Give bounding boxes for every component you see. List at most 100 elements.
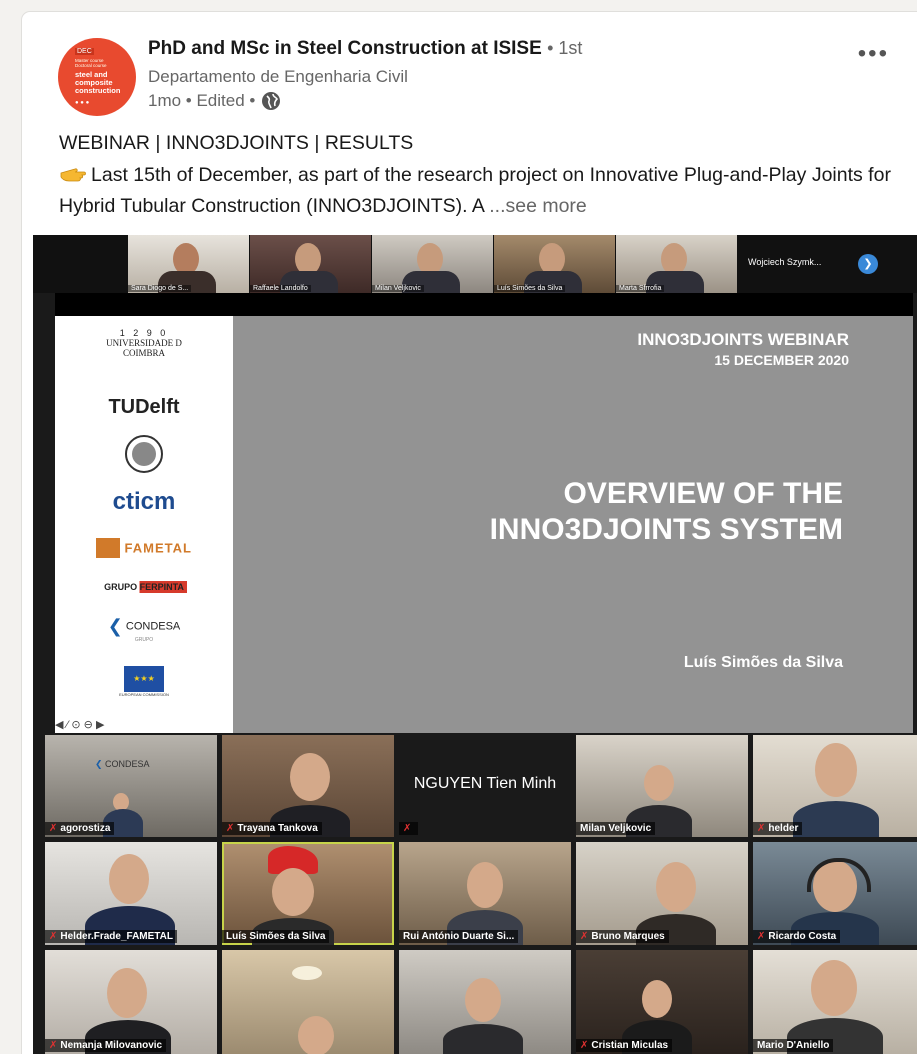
more-options-button[interactable]: ••• xyxy=(858,40,889,68)
author-name-link[interactable]: PhD and MSc in Steel Construction at ISI… xyxy=(148,38,542,59)
condesa-mark: ❮ xyxy=(107,616,123,636)
participant-name: Rui António Duarte Si... xyxy=(399,930,519,943)
participant-center-name: NGUYEN Tien Minh xyxy=(413,775,557,792)
participant-strip: Sara Diogo de S... Raffaele Landolfo Mil… xyxy=(33,235,917,293)
participant-name: ✗ Nemanja Milovanovic xyxy=(45,1039,167,1052)
avatar-dec-label: DEC xyxy=(75,48,94,55)
avatar-small-text: Master course Doctoral course xyxy=(75,58,107,68)
video-tile[interactable]: ✗ Ricardo Costa xyxy=(753,842,917,945)
slide-header: INNO3DJOINTS WEBINAR 15 DECEMBER 2020 xyxy=(637,330,849,370)
fametal-logo: FAMETAL xyxy=(55,538,233,558)
participant-name: Milan Veljkovic xyxy=(576,822,656,835)
slide-logos-panel: 1 2 9 0 UNIVERSIDADE D COIMBRA TUDelft c… xyxy=(55,316,233,733)
participant-name: ✗ helder xyxy=(753,822,803,835)
participant-thumb-label: Marta Sfrrofia xyxy=(616,285,665,292)
post-image[interactable]: Sara Diogo de S... Raffaele Landolfo Mil… xyxy=(33,235,917,1054)
tudelft-logo-text: TUDelft xyxy=(108,396,180,418)
video-tile[interactable]: NGUYEN Tien Minh ✗ xyxy=(399,735,571,837)
chevron-right-icon[interactable]: ❯ xyxy=(858,254,878,274)
mic-muted-icon: ✗ xyxy=(49,823,58,834)
participant-thumb-label: Raffaele Landolfo xyxy=(250,285,311,292)
condesa-logo: ❮ CONDESA GRUPO xyxy=(55,616,233,643)
connection-degree: • 1st xyxy=(547,38,583,58)
post-title-line: WEBINAR | INNO3DJOINTS | RESULTS xyxy=(59,132,414,154)
participant-thumb-label: Sara Diogo de S... xyxy=(128,285,192,292)
video-tile-active-speaker[interactable]: Luís Simões da Silva xyxy=(222,842,394,945)
mic-muted-icon: ✗ xyxy=(49,1040,58,1051)
participant-name: ✗ Ricardo Costa xyxy=(753,930,841,943)
participant-thumb: Marta Sfrrofia xyxy=(616,235,737,293)
ferpinta-logo-text: GRUPO FERPINTA xyxy=(101,581,187,593)
video-tile[interactable] xyxy=(222,950,394,1054)
participant-name-only: Wojciech Szymk... xyxy=(748,257,822,267)
video-tile[interactable]: Rui António Duarte Si... xyxy=(399,842,571,945)
post-text: Last 15th of December, as part of the re… xyxy=(59,160,899,222)
mic-muted-icon: ✗ xyxy=(757,931,766,942)
slide-author: Luís Simões da Silva xyxy=(683,654,843,671)
video-tile[interactable]: ✗ Helder.Frade_FAMETAL xyxy=(45,842,217,945)
coimbra-logo: 1 2 9 0 UNIVERSIDADE D COIMBRA xyxy=(55,328,233,358)
participant-name: Luís Simões da Silva xyxy=(222,930,330,943)
video-tile[interactable]: Milan Veljkovic xyxy=(576,735,748,837)
avatar-big-text: steel and composite construction xyxy=(75,70,121,95)
participant-name: ✗ Helder.Frade_FAMETAL xyxy=(45,930,178,943)
video-tile[interactable]: ❮ CONDESA ✗ agorostiza xyxy=(45,735,217,837)
video-tile[interactable]: Mario D'Aniello xyxy=(753,950,917,1054)
participant-name: ✗ Bruno Marques xyxy=(576,930,669,943)
slide-webinar-line: INNO3DJOINTS WEBINAR xyxy=(637,330,849,349)
fametal-mark xyxy=(96,538,121,558)
video-tile[interactable]: ✗ Nemanja Milovanovic xyxy=(45,950,217,1054)
author-line: PhD and MSc in Steel Construction at ISI… xyxy=(148,38,582,60)
company-avatar[interactable]: DEC Master course Doctoral course steel … xyxy=(58,38,136,116)
tudelft-logo: TUDelft xyxy=(55,396,233,419)
post-body-text: Last 15th of December, as part of the re… xyxy=(59,164,891,217)
wall-sign-text: CONDESA xyxy=(105,759,150,769)
video-tile[interactable]: ✗ helder xyxy=(753,735,917,837)
video-tile[interactable]: ✗ Cristian Miculas xyxy=(576,950,748,1054)
university-seal-icon xyxy=(125,435,163,473)
mic-muted-icon: ✗ xyxy=(49,931,58,942)
coimbra-year: 1 2 9 0 xyxy=(119,328,169,338)
pointing-hand-icon xyxy=(60,168,86,182)
presentation-slide: 1 2 9 0 UNIVERSIDADE D COIMBRA TUDelft c… xyxy=(55,316,913,733)
participant-thumb: Milan Veljkovic xyxy=(372,235,493,293)
post-meta: 1mo • Edited • xyxy=(148,91,281,111)
slide-controls[interactable]: ◀ ⁄ ⊙ ⊖ ▶ xyxy=(55,718,104,731)
fametal-logo-text: FAMETAL xyxy=(124,540,192,556)
participant-thumb: Sara Diogo de S... xyxy=(128,235,249,293)
eu-flag-icon: ★★★ xyxy=(124,666,164,692)
mic-muted-icon: ✗ xyxy=(580,1040,589,1051)
participant-name: ✗ agorostiza xyxy=(45,822,115,835)
mic-muted-icon: ✗ xyxy=(580,931,589,942)
see-more-link[interactable]: ...see more xyxy=(489,195,587,217)
cticm-logo: cticm xyxy=(55,488,233,516)
coimbra-label: UNIVERSIDADE D COIMBRA xyxy=(106,338,182,358)
participant-name: Mario D'Aniello xyxy=(753,1039,834,1052)
participant-thumb: Raffaele Landolfo xyxy=(250,235,371,293)
author-subtitle: Departamento de Engenharia Civil xyxy=(148,67,408,86)
mic-muted-icon: ✗ xyxy=(226,823,235,834)
video-tile[interactable] xyxy=(399,950,571,1054)
ferpinta-logo: GRUPO FERPINTA xyxy=(55,581,233,593)
slide-top-bar xyxy=(55,293,913,316)
eu-logo: ★★★ EUROPEAN COMMISSION xyxy=(55,666,233,697)
eu-logo-text: EUROPEAN COMMISSION xyxy=(119,692,169,697)
globe-icon xyxy=(262,92,281,110)
condesa-logo-sub: GRUPO xyxy=(134,637,154,643)
slide-title-line2: INNO3DJOINTS SYSTEM xyxy=(489,513,843,546)
post-card: DEC Master course Doctoral course steel … xyxy=(22,12,917,1054)
condesa-wall-sign: ❮ CONDESA xyxy=(95,759,150,769)
video-tile[interactable]: ✗ Bruno Marques xyxy=(576,842,748,945)
video-gallery: ❮ CONDESA ✗ agorostiza ✗ Trayana Tankova N… xyxy=(33,735,917,1054)
mic-muted-icon: ✗ xyxy=(403,823,412,834)
post-meta-text: 1mo • Edited • xyxy=(148,91,256,110)
seal-logo xyxy=(55,434,233,479)
condesa-logo-text: CONDESA xyxy=(125,620,181,633)
participant-name: ✗ Trayana Tankova xyxy=(222,822,322,835)
slide-title-line1: OVERVIEW OF THE xyxy=(563,477,843,510)
participant-thumb: Luís Simões da Silva xyxy=(494,235,615,293)
slide-date-line: 15 DECEMBER 2020 xyxy=(714,352,849,368)
video-tile[interactable]: ✗ Trayana Tankova xyxy=(222,735,394,837)
ceiling-lamp xyxy=(292,966,322,980)
mic-muted-icon: ✗ xyxy=(757,823,766,834)
